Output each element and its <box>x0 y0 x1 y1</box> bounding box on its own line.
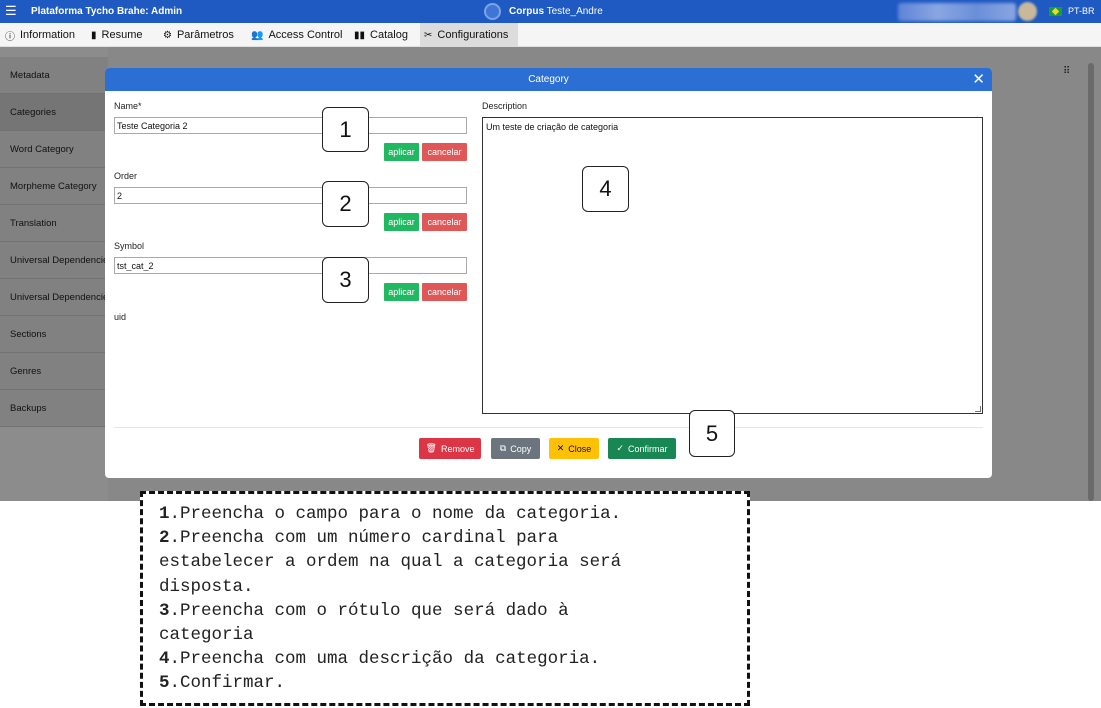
instruction-line: estabelecer a ordem na qual a categoria … <box>159 552 622 573</box>
instruction-line: 1.Preencha o campo para o nome da catego… <box>159 504 622 524</box>
top-bar: ☰ Plataforma Tycho Brahe: Admin Corpus T… <box>0 0 1101 23</box>
corpus-label: Corpus <box>509 6 544 17</box>
remove-button[interactable]: 🗑 Remove <box>419 438 481 459</box>
language-selector[interactable]: PT-BR <box>1068 6 1095 16</box>
copy-button[interactable]: ⧉ Copy <box>491 438 540 459</box>
trash-icon: 🗑 <box>425 443 437 453</box>
symbol-label: Symbol <box>114 241 145 251</box>
name-label: Name* <box>114 101 142 111</box>
instruction-line: disposta. <box>159 576 254 597</box>
order-cancel-button[interactable]: cancelar <box>422 213 467 231</box>
order-apply-button[interactable]: aplicar <box>384 213 419 231</box>
tab-access-control[interactable]: 👥 Access Control <box>247 23 346 47</box>
copy-icon: ⧉ <box>499 443 507 453</box>
name-cancel-button[interactable]: cancelar <box>422 143 467 161</box>
instruction-line: 3.Preencha com o rótulo que será dado à <box>159 600 569 621</box>
description-label: Description <box>482 101 528 111</box>
callout-3: 3 <box>322 257 369 303</box>
tab-label: Catalog <box>370 29 408 41</box>
check-icon: ✓ <box>616 443 625 453</box>
app-root: ☰ Plataforma Tycho Brahe: Admin Corpus T… <box>0 0 1101 708</box>
copy-label: Copy <box>510 443 532 454</box>
tab-label: Parâmetros <box>176 29 234 41</box>
gears-icon: ⚙ <box>163 29 172 41</box>
modal-header: Category ✕ <box>105 68 992 91</box>
modal-divider <box>114 427 983 428</box>
tab-label: Resume <box>101 29 143 41</box>
close-button[interactable]: ✕ Close <box>549 438 599 459</box>
callout-5: 5 <box>689 410 735 457</box>
callout-1: 1 <box>322 107 369 152</box>
instructions-box: 1.Preencha o campo para o nome da catego… <box>140 491 750 706</box>
instruction-line: 4.Preencha com uma descrição da categori… <box>159 649 601 670</box>
user-name-blurred[interactable] <box>898 3 1016 21</box>
tab-label: Configurations <box>437 29 509 41</box>
instruction-line: categoria <box>159 625 254 646</box>
tab-catalog[interactable]: ▮▮ Catalog <box>350 23 412 47</box>
order-label: Order <box>114 171 138 181</box>
remove-label: Remove <box>440 443 475 454</box>
x-icon: ✕ <box>556 443 565 453</box>
corpus-info: Corpus Teste_Andre <box>509 6 603 17</box>
corpus-name: Teste_Andre <box>546 6 603 17</box>
resize-grip-icon[interactable] <box>975 406 981 412</box>
modal-title: Category <box>528 74 569 85</box>
close-label: Close <box>568 443 592 454</box>
name-field[interactable] <box>114 117 467 134</box>
confirm-button[interactable]: ✓ Confirmar <box>608 438 676 459</box>
document-icon: ▮ <box>91 29 97 41</box>
close-icon[interactable]: ✕ <box>972 68 985 91</box>
callout-4: 4 <box>582 166 629 212</box>
tab-label: Access Control <box>268 29 343 41</box>
corpus-logo-icon <box>484 3 501 20</box>
avatar[interactable] <box>1018 2 1037 21</box>
tab-information[interactable]: ⓘ Information <box>1 23 79 47</box>
symbol-cancel-button[interactable]: cancelar <box>422 283 467 301</box>
info-icon: ⓘ <box>5 31 15 43</box>
tab-resume[interactable]: ▮ Resume <box>87 23 146 47</box>
confirm-label: Confirmar <box>628 443 668 454</box>
name-apply-button[interactable]: aplicar <box>384 143 419 161</box>
order-field[interactable] <box>114 187 467 204</box>
hamburger-menu-icon[interactable]: ☰ <box>5 3 17 19</box>
description-textarea[interactable]: Um teste de criação de categoria <box>482 117 983 414</box>
uid-label: uid <box>114 312 127 322</box>
category-modal: Category ✕ Name* aplicar cancelar Order … <box>105 68 992 478</box>
app-title: Plataforma Tycho Brahe: Admin <box>31 6 183 17</box>
tab-parametros[interactable]: ⚙ Parâmetros <box>159 23 238 47</box>
description-text: Um teste de criação de categoria <box>486 122 619 132</box>
book-icon: ▮▮ <box>354 29 366 41</box>
symbol-field[interactable] <box>114 257 467 274</box>
users-icon: 👥 <box>251 29 264 41</box>
brazil-flag-icon[interactable] <box>1049 7 1062 16</box>
symbol-apply-button[interactable]: aplicar <box>384 283 419 301</box>
tools-icon: ✂ <box>424 29 433 41</box>
main-tabs: ⓘ Information ▮ Resume ⚙ Parâmetros 👥 Ac… <box>0 23 1101 47</box>
instruction-line: 5.Confirmar. <box>159 673 286 694</box>
instruction-line: 2.Preencha com um número cardinal para <box>159 528 559 549</box>
tab-label: Information <box>20 29 76 41</box>
corpus-indicator: Corpus Teste_Andre <box>484 2 603 21</box>
tab-configurations[interactable]: ✂ Configurations <box>420 23 518 47</box>
callout-2: 2 <box>322 181 369 227</box>
